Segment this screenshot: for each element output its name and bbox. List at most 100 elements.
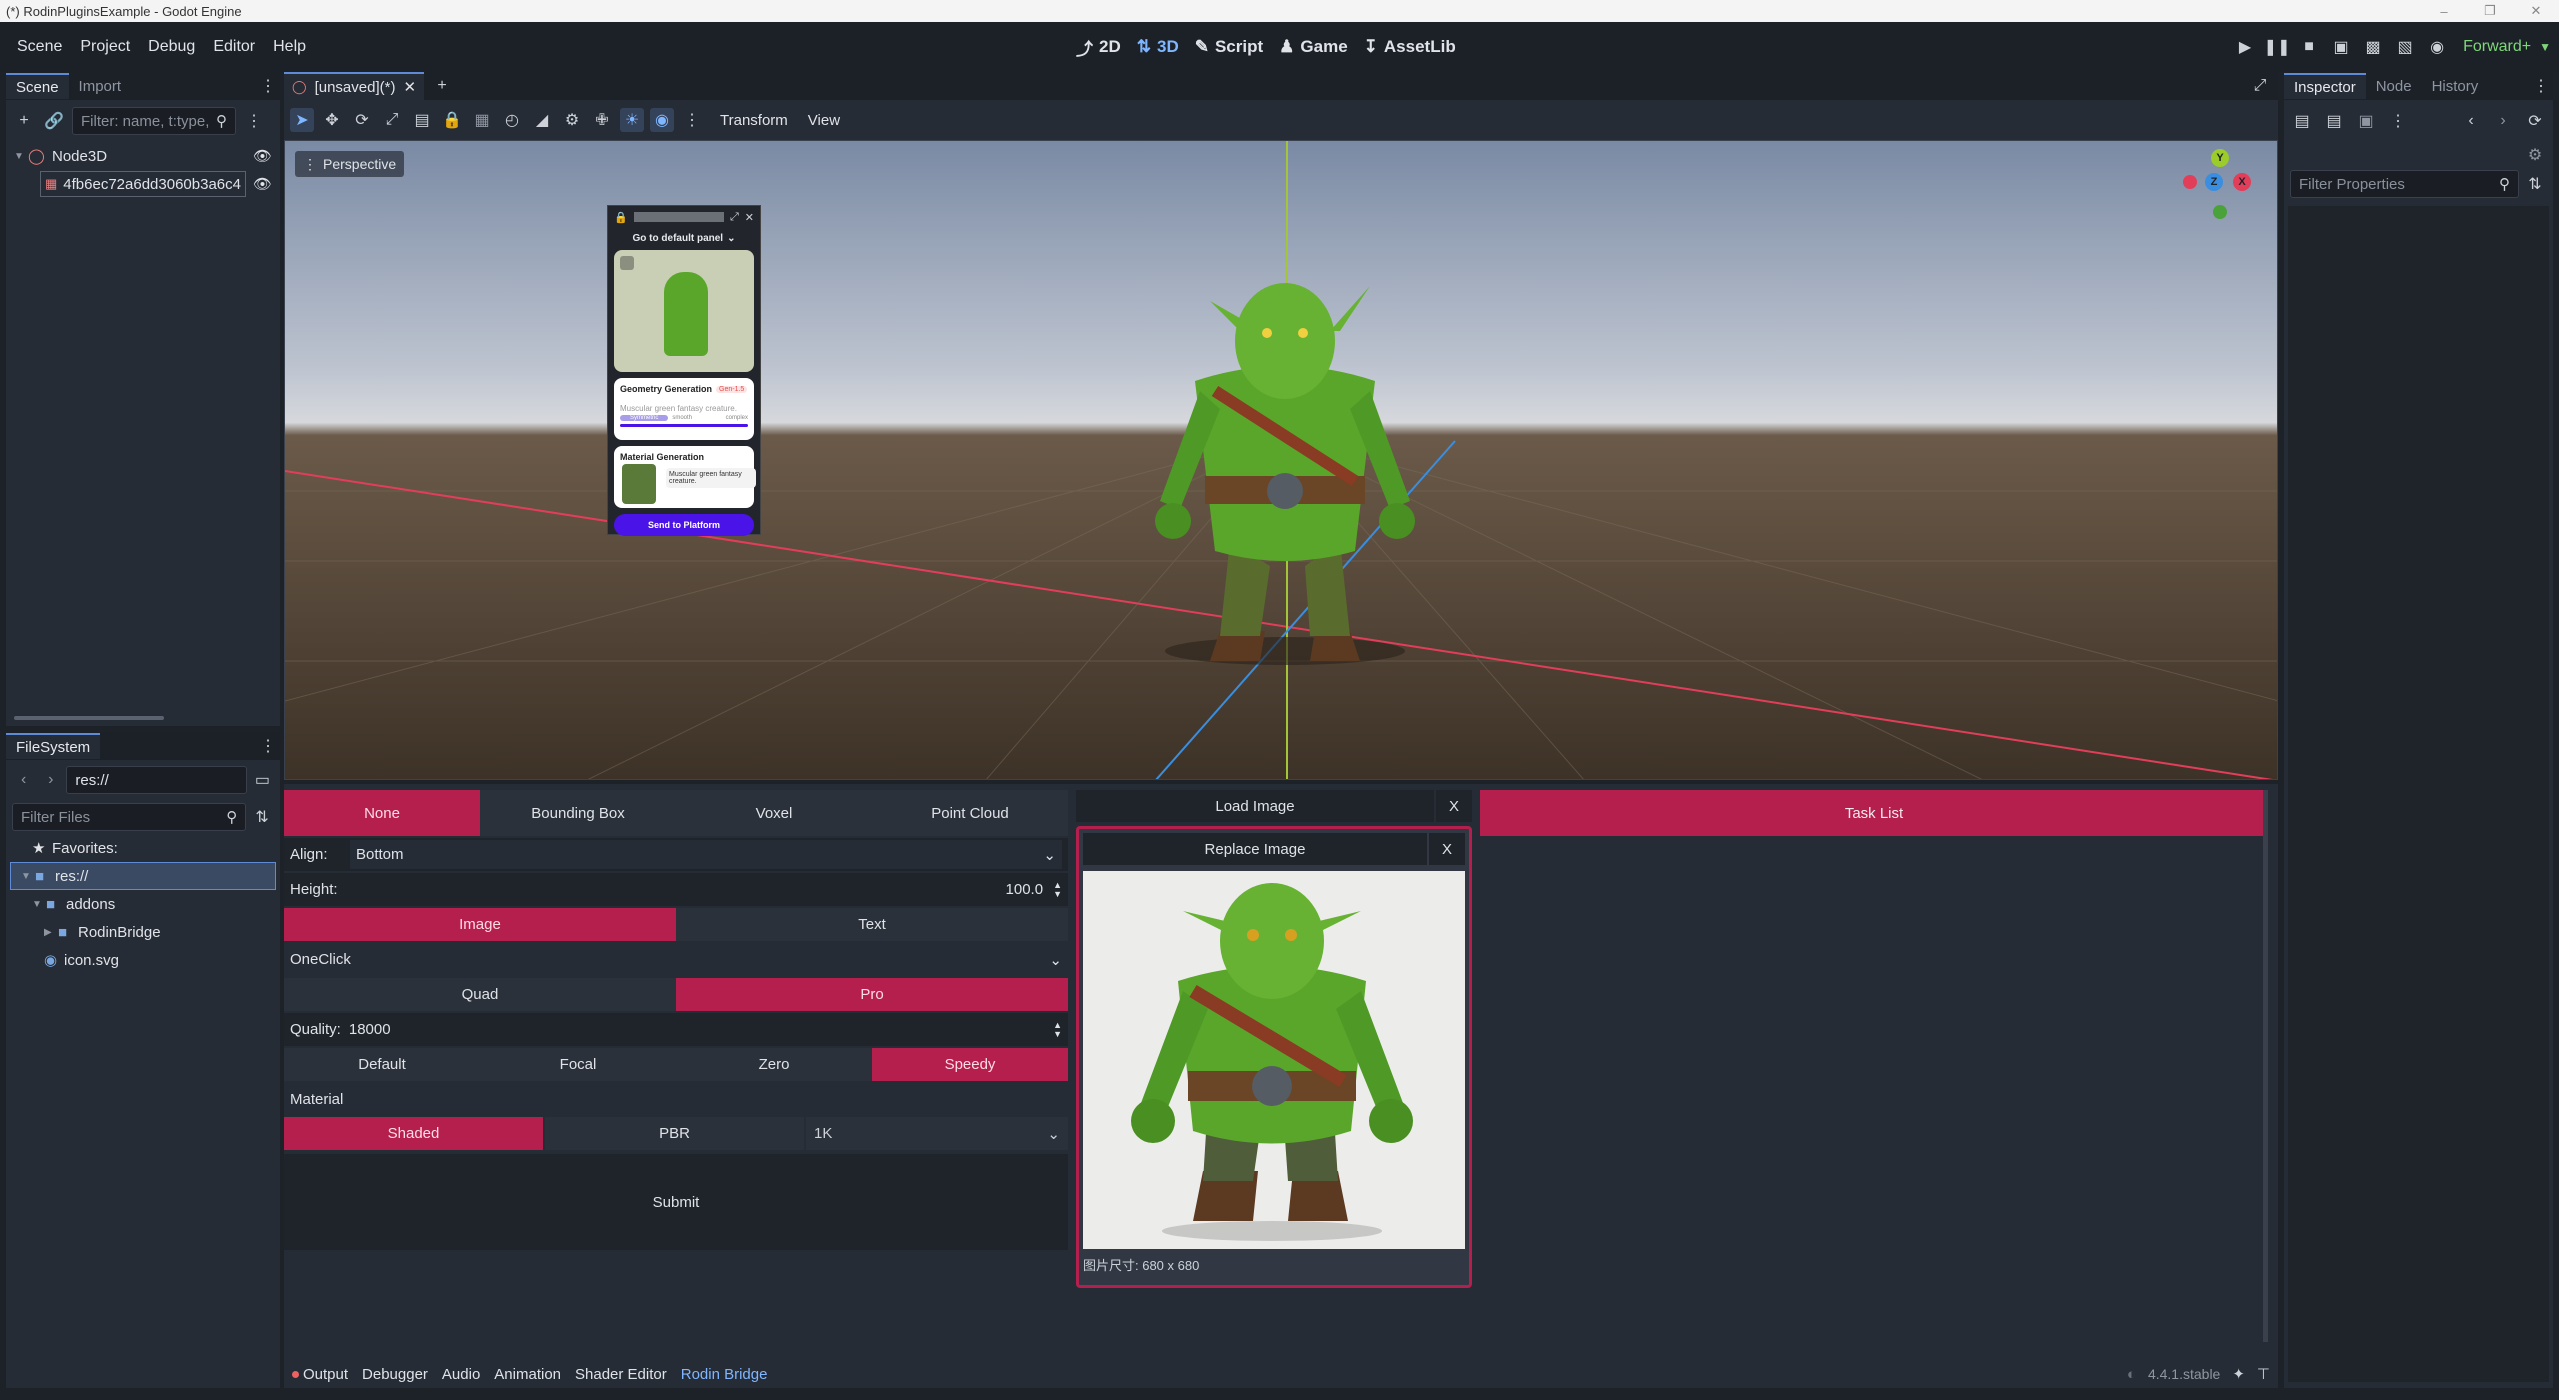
tree-node-root[interactable]: ▼ ◯ Node3D 👁 <box>6 142 280 170</box>
close-window-icon[interactable]: ✕ <box>2513 3 2559 19</box>
mode-assetlib-button[interactable]: ↧ AssetLib <box>1356 37 1464 57</box>
tab-animation[interactable]: Animation <box>494 1366 561 1383</box>
view-menu[interactable]: View <box>808 112 840 129</box>
menu-help[interactable]: Help <box>264 38 315 56</box>
mode-3d-button[interactable]: ⇅ 3D <box>1129 37 1187 57</box>
new-resource-icon[interactable]: ▤ <box>2290 109 2314 133</box>
preset-zero-button[interactable]: Zero <box>676 1048 872 1081</box>
restore-icon[interactable]: ❐ <box>2467 3 2513 19</box>
play-icon[interactable]: ▶ <box>2233 35 2257 59</box>
mode-script-button[interactable]: ✎ Script <box>1187 37 1271 57</box>
environment-icon[interactable]: ◉ <box>650 108 674 132</box>
tab-debugger[interactable]: Debugger <box>362 1366 428 1383</box>
preset-default-button[interactable]: Default <box>284 1048 480 1081</box>
option-symmetric[interactable]: Symmetric <box>620 415 669 421</box>
pipeline-select[interactable]: OneClick ⌄ <box>284 943 1068 976</box>
menu-editor[interactable]: Editor <box>204 38 264 56</box>
remote-debug-icon[interactable]: ▣ <box>2329 35 2353 59</box>
spinner-icon[interactable]: ▲ ▼ <box>1053 1020 1062 1039</box>
filter-properties-input[interactable]: Filter Properties ⚲ <box>2290 170 2519 198</box>
pin-icon[interactable]: ✦ <box>2232 1365 2245 1383</box>
gizmo-neg-y-handle[interactable] <box>2213 205 2227 219</box>
expand-panel-icon[interactable]: ⊤ <box>2257 1365 2270 1383</box>
save-resource-icon[interactable]: ▣ <box>2354 109 2378 133</box>
tab-inspector[interactable]: Inspector <box>2284 73 2366 99</box>
snap-icon[interactable]: ✙ <box>590 108 614 132</box>
material-prompt[interactable]: Muscular green fantasy creature. <box>666 468 756 488</box>
ruler-icon[interactable]: ◢ <box>530 108 554 132</box>
menu-scene[interactable]: Scene <box>8 38 71 56</box>
resource-menu-icon[interactable]: ⋮ <box>2386 109 2410 133</box>
stop-icon[interactable]: ■ <box>2297 35 2321 59</box>
gizmo-y-handle[interactable]: Y <box>2211 149 2229 167</box>
geometry-prompt[interactable]: Muscular green fantasy creature. <box>620 404 748 413</box>
preset-speedy-button[interactable]: Speedy <box>872 1048 1068 1081</box>
res-folder-row[interactable]: ▼ ■ res:// <box>10 862 276 890</box>
3d-viewport[interactable]: ⋮ Perspective Y Z X 🔒 ⤢ ✕ Go to default … <box>284 140 2278 780</box>
favorites-row[interactable]: ★ Favorites: <box>6 834 280 862</box>
align-select[interactable]: Bottom ⌄ <box>350 840 1062 869</box>
quad-button[interactable]: Quad <box>284 978 676 1011</box>
tab-audio[interactable]: Audio <box>442 1366 480 1383</box>
scene-options-icon[interactable]: ⋮ <box>242 109 266 133</box>
sun-icon[interactable]: ☀ <box>620 108 644 132</box>
forward-icon[interactable]: › <box>2491 109 2515 133</box>
pro-button[interactable]: Pro <box>676 978 1068 1011</box>
group-icon[interactable]: ▦ <box>470 108 494 132</box>
mode-none-button[interactable]: None <box>284 790 480 836</box>
sort-icon[interactable]: ⇅ <box>250 805 274 829</box>
mode-game-button[interactable]: ♟ Game <box>1271 37 1356 57</box>
tab-node[interactable]: Node <box>2366 73 2422 99</box>
scene-filter-input[interactable]: Filter: name, t:type, ⚲ <box>72 107 236 135</box>
more-options-icon[interactable]: ⋮ <box>680 108 704 132</box>
lock-icon[interactable]: 🔒 <box>440 108 464 132</box>
list-select-icon[interactable]: ▤ <box>410 108 434 132</box>
play-custom-scene-icon[interactable]: ▧ <box>2393 35 2417 59</box>
dock-menu-icon[interactable]: ⋮ <box>256 74 280 98</box>
icon-svg-row[interactable]: ◉ icon.svg <box>6 946 280 974</box>
version-label[interactable]: 4.4.1.stable <box>2148 1366 2220 1382</box>
task-list-scrollbar[interactable] <box>2263 790 2268 1342</box>
close-tab-icon[interactable]: ✕ <box>403 78 416 96</box>
menu-debug[interactable]: Debug <box>139 38 204 56</box>
image-tab-button[interactable]: Image <box>284 908 676 941</box>
tab-shader-editor[interactable]: Shader Editor <box>575 1366 667 1383</box>
preset-focal-button[interactable]: Focal <box>480 1048 676 1081</box>
menu-project[interactable]: Project <box>71 38 139 56</box>
dock-menu-icon[interactable]: ⋮ <box>256 734 280 758</box>
tab-history[interactable]: History <box>2422 73 2489 99</box>
property-options-icon[interactable]: ⇅ <box>2523 172 2547 196</box>
local-space-icon[interactable]: ⚙ <box>560 108 584 132</box>
quality-row[interactable]: Quality: 18000 ▲ ▼ <box>284 1013 1068 1046</box>
shaded-button[interactable]: Shaded <box>284 1117 543 1150</box>
split-view-icon[interactable]: ▭ <box>251 768 274 792</box>
rodinbridge-folder-row[interactable]: ▶ ■ RodinBridge <box>6 918 280 946</box>
text-tab-button[interactable]: Text <box>676 908 1068 941</box>
tab-import[interactable]: Import <box>69 73 132 99</box>
add-scene-tab-icon[interactable]: + <box>430 74 454 98</box>
spinner-icon[interactable]: ▲ ▼ <box>1053 880 1062 899</box>
close-icon[interactable]: ✕ <box>745 211 754 224</box>
option-smooth[interactable]: smooth <box>672 415 692 421</box>
gizmo-neg-x-handle[interactable] <box>2183 175 2197 189</box>
forward-icon[interactable]: › <box>39 768 62 792</box>
movie-maker-icon[interactable]: ◉ <box>2425 35 2449 59</box>
transform-menu[interactable]: Transform <box>720 112 788 129</box>
expand-icon[interactable]: ⤢ <box>730 211 739 224</box>
task-list-button[interactable]: Task List <box>1480 790 2268 836</box>
load-image-close-button[interactable]: X <box>1436 790 1472 822</box>
mode-voxel-button[interactable]: Voxel <box>676 790 872 836</box>
tab-rodin-bridge[interactable]: Rodin Bridge <box>681 1366 768 1383</box>
pbr-button[interactable]: PBR <box>545 1117 804 1150</box>
object-properties-icon[interactable]: ⚙ <box>2523 143 2547 167</box>
distraction-free-icon[interactable]: ⤢ <box>2248 74 2272 98</box>
load-image-button[interactable]: Load Image <box>1076 790 1434 822</box>
option-complex[interactable]: complex <box>726 415 748 421</box>
pause-icon[interactable]: ❚❚ <box>2264 35 2291 59</box>
add-node-icon[interactable]: + <box>12 109 36 133</box>
tab-scene[interactable]: Scene <box>6 73 69 99</box>
mode-point-cloud-button[interactable]: Point Cloud <box>872 790 1068 836</box>
mode-2d-button[interactable]: ⤴ 2D <box>1068 35 1129 60</box>
submit-button[interactable]: Submit <box>284 1154 1068 1250</box>
tab-unsaved-scene[interactable]: ◯ [unsaved](*) ✕ <box>284 72 425 100</box>
